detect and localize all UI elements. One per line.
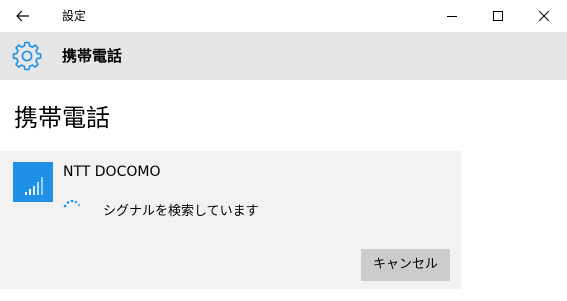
settings-header: 携帯電話 bbox=[0, 32, 567, 80]
back-button[interactable] bbox=[0, 0, 46, 32]
minimize-icon bbox=[447, 16, 457, 17]
cellular-signal-icon bbox=[25, 177, 43, 195]
gear-icon bbox=[12, 41, 42, 71]
carrier-name: NTT DOCOMO bbox=[63, 164, 161, 180]
page-title: 携帯電話 bbox=[14, 104, 110, 132]
title-bar: 設定 bbox=[0, 0, 567, 32]
signal-tile bbox=[13, 162, 53, 202]
arrow-left-icon bbox=[16, 10, 29, 22]
minimize-button[interactable] bbox=[429, 0, 475, 32]
close-button[interactable] bbox=[521, 0, 567, 32]
loading-spinner-icon bbox=[63, 199, 81, 208]
cellular-connection-card[interactable]: NTT DOCOMO シグナルを検索しています キャンセル bbox=[0, 151, 461, 289]
header-title: 携帯電話 bbox=[62, 47, 123, 65]
close-icon bbox=[538, 10, 550, 22]
maximize-button[interactable] bbox=[475, 0, 521, 32]
cancel-button[interactable]: キャンセル bbox=[361, 249, 450, 281]
status-text: シグナルを検索しています bbox=[103, 204, 259, 219]
window-title: 設定 bbox=[62, 9, 87, 23]
maximize-icon bbox=[493, 11, 503, 21]
